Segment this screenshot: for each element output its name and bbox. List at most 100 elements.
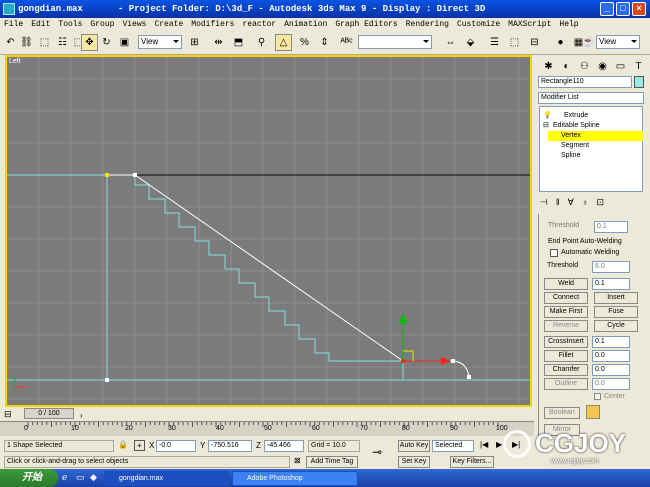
layer-manager-icon[interactable]: ☰ (486, 34, 503, 51)
motion-tab-icon[interactable]: ◉ (594, 58, 611, 75)
insert-button[interactable]: Insert (594, 292, 638, 304)
mirror-icon[interactable]: ⇹ (210, 34, 227, 51)
expand-icon[interactable]: ⊟ (543, 121, 549, 131)
absolute-mode-icon[interactable]: + (134, 440, 145, 451)
menu-file[interactable]: File (4, 20, 23, 29)
reverse-button[interactable]: Reverse (544, 320, 588, 332)
angle-snap-icon[interactable]: △ (275, 34, 292, 51)
key-filters-button[interactable]: Key Filters... (450, 456, 494, 468)
goto-start-icon[interactable]: |◀ (480, 440, 488, 449)
chamfer-button[interactable]: Chamfer (544, 364, 588, 376)
stack-item-vertex[interactable]: Vertex (548, 131, 643, 141)
bulb-icon[interactable]: 💡 (543, 111, 552, 121)
play-icon[interactable]: ▶ (496, 440, 502, 449)
make-unique-icon[interactable]: ∀ (568, 197, 574, 209)
configure-sets-icon[interactable]: ⊡ (596, 197, 604, 209)
select-region-icon[interactable]: ⬚ (36, 34, 53, 51)
time-slider[interactable]: 0 / 100 (24, 408, 74, 419)
time-config-icon[interactable]: ⊟ (4, 409, 14, 419)
menu-group[interactable]: Group (90, 20, 114, 29)
align-selected-icon[interactable]: ⬙ (462, 34, 479, 51)
display-tab-icon[interactable]: ▭ (612, 58, 629, 75)
task-photoshop[interactable]: Adobe Photoshop (232, 471, 358, 486)
y-coordinate-field[interactable]: -750.516 (208, 440, 252, 452)
undo-icon[interactable]: ↶ (2, 34, 19, 51)
weld-button[interactable]: Weld (544, 278, 588, 290)
menu-maxscript[interactable]: MAXScript (508, 20, 551, 29)
auto-key-button[interactable]: Auto Key (398, 440, 430, 452)
select-rotate-icon[interactable]: ↻ (98, 34, 115, 51)
menu-modifiers[interactable]: Modifiers (191, 20, 234, 29)
quicklaunch-ie-icon[interactable]: ℯ (62, 472, 67, 483)
outline-field[interactable]: 0.0 (592, 378, 630, 390)
modifier-stack[interactable]: 💡 Extrude ⊟ Editable Spline Vertex Segme… (539, 106, 643, 192)
task-3dsmax[interactable]: gongdian.max (104, 471, 230, 486)
threshold-field[interactable]: 6.0 (592, 261, 630, 273)
fillet-field[interactable]: 0.0 (592, 350, 630, 362)
boolean-button[interactable]: Boolean (544, 407, 580, 419)
mirror-selected-icon[interactable]: ⇔ (442, 34, 459, 51)
automatic-welding-checkbox[interactable] (550, 249, 558, 257)
menu-graph-editors[interactable]: Graph Editors (335, 20, 397, 29)
material-editor-icon[interactable]: ● (552, 34, 569, 51)
close-button[interactable]: × (632, 2, 646, 16)
remove-modifier-icon[interactable]: ♁ (582, 197, 589, 209)
mirror-button[interactable]: Mirror (544, 424, 580, 436)
lock-icon[interactable]: 🔒 (118, 440, 128, 449)
select-scale-icon[interactable]: ▣ (116, 34, 133, 51)
spinner-snap-icon[interactable]: ⇕ (316, 34, 333, 51)
snap-2-5-icon[interactable]: ⚲ (253, 34, 270, 51)
select-by-name-icon[interactable]: ☷ (54, 34, 71, 51)
crossinsert-button[interactable]: CrossInsert (544, 336, 588, 348)
goto-end-icon[interactable]: ▶| (512, 440, 520, 449)
auto-key-mode-dropdown[interactable]: Selected (432, 440, 474, 452)
pivot-center-icon[interactable]: ⊞ (186, 34, 203, 51)
hierarchy-tab-icon[interactable]: ⚇ (576, 58, 593, 75)
modify-tab-icon[interactable]: ◐ (558, 58, 575, 75)
menu-edit[interactable]: Edit (31, 20, 50, 29)
menu-views[interactable]: Views (122, 20, 146, 29)
maximize-button[interactable]: □ (616, 2, 630, 16)
show-end-result-icon[interactable]: ‖ (556, 197, 560, 209)
minimize-button[interactable]: _ (600, 2, 614, 16)
boolean-union-icon[interactable] (586, 405, 600, 419)
cycle-button[interactable]: Cycle (594, 320, 638, 332)
menu-create[interactable]: Create (154, 20, 183, 29)
utilities-tab-icon[interactable]: T (630, 58, 647, 75)
curve-editor-icon[interactable]: ⬚ (506, 34, 523, 51)
menu-help[interactable]: Help (559, 20, 578, 29)
outline-button[interactable]: Outline (544, 378, 588, 390)
fuse-button[interactable]: Fuse (594, 306, 638, 318)
menu-customize[interactable]: Customize (457, 20, 500, 29)
stack-item-segment[interactable]: Segment (561, 141, 589, 151)
stack-item-spline[interactable]: Spline (561, 151, 580, 161)
named-selection-icon[interactable]: ᴬᴮᶜ (338, 34, 355, 51)
select-link-icon[interactable]: ⛓ (18, 34, 35, 51)
pin-stack-icon[interactable]: ⊣ (540, 197, 548, 209)
object-color-swatch[interactable] (634, 76, 644, 88)
fillet-button[interactable]: Fillet (544, 350, 588, 362)
connect-button[interactable]: Connect (544, 292, 588, 304)
x-coordinate-field[interactable]: -0.0 (156, 440, 196, 452)
named-selection-sets-dropdown[interactable] (358, 35, 432, 49)
time-slider-next[interactable]: › (80, 411, 83, 420)
modifier-list-dropdown[interactable]: Modifier List (538, 92, 644, 104)
start-button[interactable]: 开始 (0, 469, 58, 487)
left-viewport[interactable]: Left (5, 55, 532, 407)
z-coordinate-field[interactable]: -45.466 (264, 440, 304, 452)
object-name-field[interactable]: Rectangle110 (538, 76, 632, 88)
make-first-button[interactable]: Make First (544, 306, 588, 318)
menu-rendering[interactable]: Rendering (406, 20, 449, 29)
stack-item-extrude[interactable]: Extrude (564, 111, 588, 121)
stack-item-editable-spline[interactable]: Editable Spline (553, 121, 600, 131)
create-tab-icon[interactable]: ✱ (540, 58, 557, 75)
menu-animation[interactable]: Animation (284, 20, 327, 29)
add-time-tag-button[interactable]: Add Time Tag (306, 456, 358, 468)
chamfer-field[interactable]: 0.0 (592, 364, 630, 376)
schematic-view-icon[interactable]: ⊟ (526, 34, 543, 51)
key-icon[interactable]: ⊸ (372, 445, 382, 459)
quicklaunch-desktop-icon[interactable]: ▭ (76, 472, 85, 483)
set-key-button[interactable]: Set Key (398, 456, 430, 468)
threshold-top-field[interactable]: 0.1 (594, 221, 628, 233)
quick-render-icon[interactable]: ☕ (580, 34, 597, 51)
